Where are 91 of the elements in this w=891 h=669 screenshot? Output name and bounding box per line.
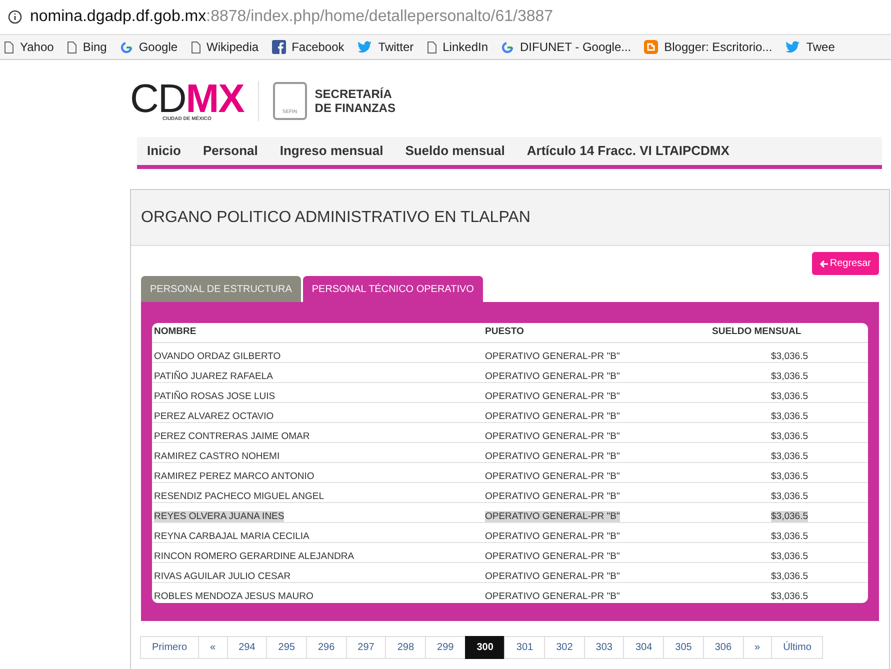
- table-cell: PATIÑO JUAREZ RAFAELA: [154, 371, 273, 382]
- nav-link[interactable]: Inicio: [147, 141, 181, 161]
- table-cell: OPERATIVO GENERAL-PR "B": [485, 551, 620, 562]
- bookmark-item[interactable]: Yahoo: [4, 38, 54, 56]
- page-link[interactable]: Último: [771, 636, 824, 659]
- table-cell: $3,036.5: [771, 591, 808, 602]
- table-cell: OPERATIVO GENERAL-PR "B": [485, 571, 620, 582]
- table-cell: OPERATIVO GENERAL-PR "B": [485, 431, 620, 442]
- bookmark-item[interactable]: DIFUNET - Google...: [501, 38, 632, 56]
- table-cell: $3,036.5: [771, 491, 808, 502]
- page-link[interactable]: 294: [226, 636, 268, 659]
- page-link[interactable]: 301: [504, 636, 546, 659]
- page-link[interactable]: 306: [702, 636, 744, 659]
- page-icon: [4, 40, 14, 54]
- page-link[interactable]: »: [742, 636, 772, 659]
- bookmark-item[interactable]: Twitter: [357, 38, 414, 56]
- table-cell: $3,036.5: [771, 471, 808, 482]
- nav-link[interactable]: Personal: [202, 141, 258, 161]
- page-link[interactable]: 305: [663, 636, 704, 659]
- back-button[interactable]: Regresar: [812, 252, 879, 275]
- page-icon: [66, 40, 77, 54]
- bookmark-item[interactable]: Google: [120, 38, 178, 56]
- info-icon: [8, 10, 22, 24]
- panel-title: ORGANO POLITICO ADMINISTRATIVO EN TLALPAN: [141, 208, 530, 228]
- table-cell: $3,036.5: [771, 431, 808, 442]
- table-cell: ROBLES MENDOZA JESUS MAURO: [154, 591, 314, 602]
- bookmark-item[interactable]: Blogger: Escritorio...: [644, 38, 772, 56]
- table-cell: PEREZ CONTRERAS JAIME OMAR: [154, 431, 310, 442]
- page-link[interactable]: 297: [346, 636, 386, 659]
- table-cell: OPERATIVO GENERAL-PR "B": [485, 451, 620, 462]
- page-link[interactable]: 298: [385, 636, 426, 659]
- table-cell: OPERATIVO GENERAL-PR "B": [485, 351, 620, 362]
- table-cell: $3,036.5: [771, 571, 808, 582]
- table-cell: OPERATIVO GENERAL-PR "B": [485, 391, 620, 402]
- table-cell: OPERATIVO GENERAL-PR "B": [485, 511, 620, 522]
- column-header: PUESTO: [484, 325, 525, 340]
- page-icon: [426, 40, 437, 54]
- facebook-icon: [272, 40, 286, 54]
- table-cell: RAMIREZ PEREZ MARCO ANTONIO: [154, 471, 314, 482]
- page-link[interactable]: 299: [425, 636, 466, 659]
- column-header: SUELDO MENSUAL: [711, 325, 802, 340]
- page-link[interactable]: 302: [544, 636, 585, 659]
- table-cell: RESENDIZ PACHECO MIGUEL ANGEL: [154, 491, 324, 502]
- table-cell: OPERATIVO GENERAL-PR "B": [485, 471, 620, 482]
- page-link[interactable]: 295: [266, 636, 307, 659]
- bird-icon: [785, 40, 800, 54]
- table-cell: PATIÑO ROSAS JOSE LUIS: [154, 391, 276, 402]
- table-cell: REYES OLVERA JUANA INES: [154, 511, 284, 522]
- table-cell: REYNA CARBAJAL MARIA CECILIA: [154, 531, 310, 542]
- page-link[interactable]: 300: [464, 636, 506, 659]
- google-icon: [501, 40, 514, 54]
- bookmark-item[interactable]: Bing: [66, 38, 107, 56]
- nav-link[interactable]: Sueldo mensual: [405, 141, 505, 161]
- bookmark-item[interactable]: Facebook: [272, 38, 344, 56]
- table-cell: RINCON ROMERO GERARDINE ALEJANDRA: [154, 551, 354, 562]
- bookmark-item[interactable]: LinkedIn: [426, 38, 488, 56]
- table-cell: $3,036.5: [771, 511, 808, 522]
- table-cell: PEREZ ALVAREZ OCTAVIO: [154, 411, 274, 422]
- table-cell: $3,036.5: [771, 391, 808, 402]
- table-cell: OPERATIVO GENERAL-PR "B": [485, 531, 620, 542]
- table-cell: $3,036.5: [771, 351, 808, 362]
- nav-link[interactable]: Artículo 14 Fracc. VI LTAIPCDMX: [526, 141, 730, 161]
- bookmark-item[interactable]: Wikipedia: [190, 38, 259, 56]
- table-cell: OPERATIVO GENERAL-PR "B": [485, 591, 620, 602]
- page-icon: [190, 40, 201, 54]
- table-cell: OPERATIVO GENERAL-PR "B": [485, 371, 620, 382]
- column-header: NOMBRE: [153, 325, 198, 340]
- table-cell: $3,036.5: [771, 451, 808, 462]
- table-cell: RAMIREZ CASTRO NOHEMI: [154, 451, 280, 462]
- blogger-icon: [644, 40, 658, 54]
- table-cell: $3,036.5: [771, 371, 808, 382]
- nav-link[interactable]: Ingreso mensual: [280, 141, 384, 161]
- table-cell: $3,036.5: [771, 531, 808, 542]
- page-link[interactable]: 304: [623, 636, 664, 659]
- arrow-left-icon: [820, 260, 828, 268]
- table-cell: OPERATIVO GENERAL-PR "B": [485, 411, 620, 422]
- url-text: nomina.dgadp.df.gob.mx:8878/index.php/home/detallepersonalto/61/3887: [30, 7, 554, 27]
- secretaria-title: SECRETARÍA DE FINANZAS: [314, 87, 396, 115]
- tab[interactable]: PERSONAL TÉCNICO OPERATIVO: [302, 276, 483, 302]
- table-cell: RIVAS AGUILAR JULIO CESAR: [154, 571, 291, 582]
- page-link[interactable]: «: [198, 636, 228, 659]
- bird-icon: [357, 40, 372, 54]
- page-link[interactable]: Primero: [140, 636, 200, 659]
- table-cell: OVANDO ORDAZ GILBERTO: [154, 351, 281, 362]
- table-cell: $3,036.5: [771, 411, 808, 422]
- page-link[interactable]: 296: [306, 636, 347, 659]
- table-cell: OPERATIVO GENERAL-PR "B": [485, 491, 620, 502]
- page-link[interactable]: 303: [584, 636, 624, 659]
- table-cell: $3,036.5: [771, 551, 808, 562]
- bookmark-item[interactable]: Twee: [785, 38, 835, 56]
- google-icon: [120, 40, 133, 54]
